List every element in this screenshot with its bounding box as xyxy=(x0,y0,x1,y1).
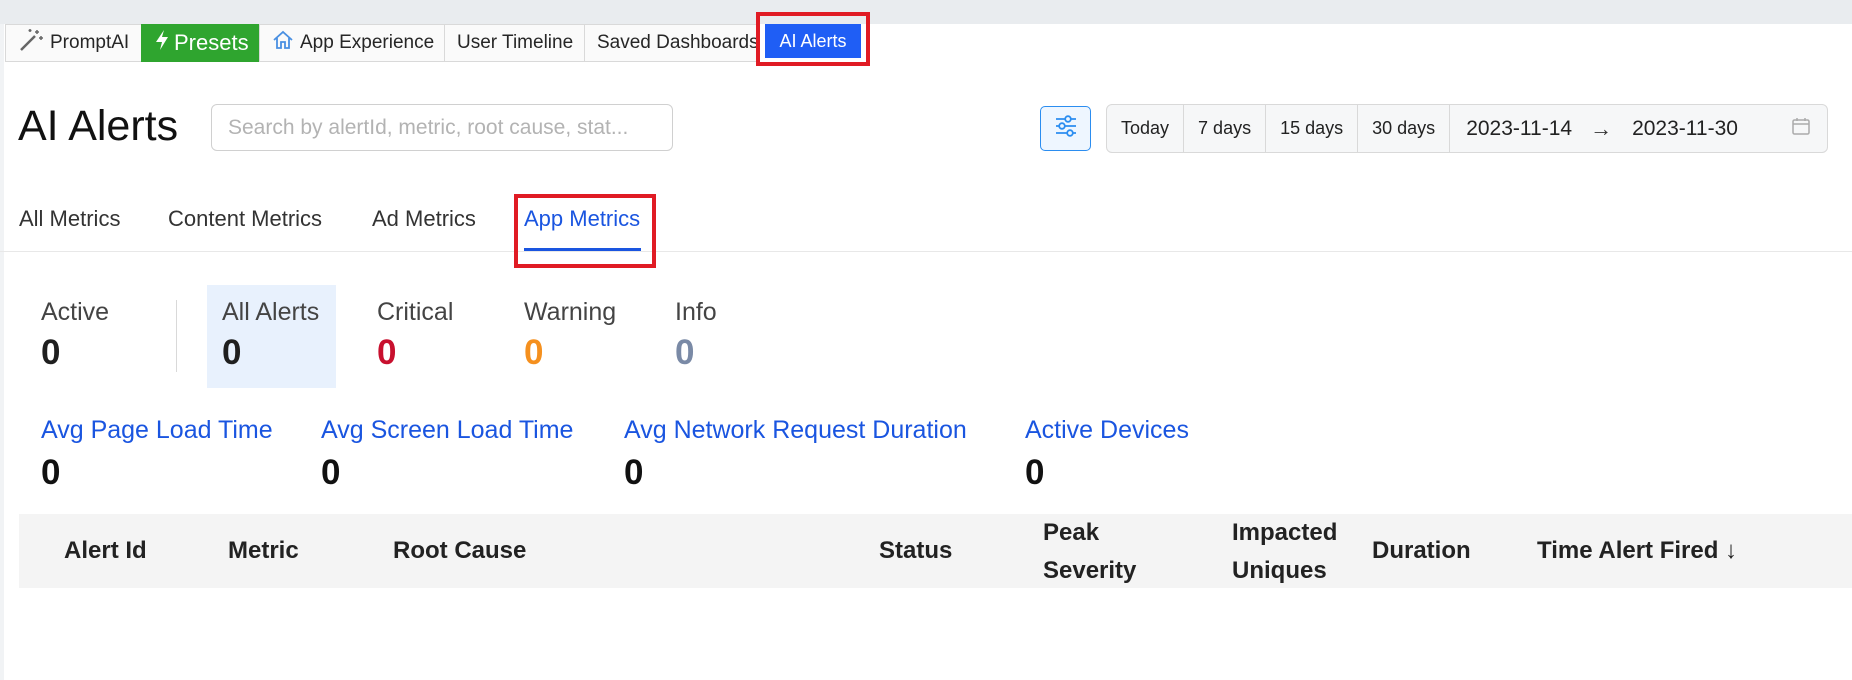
tab-label: User Timeline xyxy=(457,32,574,53)
kpi-active-devices: Active Devices 0 xyxy=(1025,416,1189,493)
counter-info[interactable]: Info 0 xyxy=(675,298,717,373)
kpi-label[interactable]: Avg Network Request Duration xyxy=(624,416,967,445)
kpi-avg-screen-load-time: Avg Screen Load Time 0 xyxy=(321,416,573,493)
column-header-text: Root Cause xyxy=(393,537,527,564)
column-header-status[interactable]: Status xyxy=(879,532,952,570)
range-preset-today[interactable]: Today xyxy=(1107,105,1185,152)
tab-ad-metrics[interactable]: Ad Metrics xyxy=(372,206,476,232)
start-date[interactable]: 2023-11-14 xyxy=(1450,117,1586,141)
ai-alerts-button[interactable]: AI Alerts xyxy=(765,24,861,58)
counter-label: Critical xyxy=(377,298,454,326)
lightning-icon xyxy=(154,29,170,57)
kpi-value: 0 xyxy=(624,453,644,492)
tab-saved-dashboards[interactable]: Saved Dashboards xyxy=(584,24,759,62)
counter-critical[interactable]: Critical 0 xyxy=(377,298,453,373)
counter-value: 0 xyxy=(222,333,242,372)
tab-all-metrics[interactable]: All Metrics xyxy=(19,206,120,232)
tab-label: Presets xyxy=(174,30,249,55)
tab-user-timeline[interactable]: User Timeline xyxy=(444,24,584,62)
kpi-avg-network-request-duration: Avg Network Request Duration 0 xyxy=(624,416,967,493)
column-header-text: Alert Id xyxy=(64,537,147,564)
kpi-avg-page-load-time: Avg Page Load Time 0 xyxy=(41,416,273,493)
counter-label: Info xyxy=(675,298,717,326)
date-range-picker: Today 7 days 15 days 30 days 2023-11-14 … xyxy=(1106,104,1828,153)
calendar-icon[interactable] xyxy=(1791,116,1811,141)
kpi-label[interactable]: Active Devices xyxy=(1025,416,1189,445)
column-header-duration[interactable]: Duration xyxy=(1372,532,1471,570)
range-preset-30-days[interactable]: 30 days xyxy=(1358,105,1451,152)
column-header-alert-id[interactable]: Alert Id xyxy=(64,532,147,570)
counter-all-alerts[interactable]: All Alerts 0 xyxy=(222,298,319,373)
kpi-label[interactable]: Avg Screen Load Time xyxy=(321,416,573,445)
tab-label: App Experience xyxy=(300,32,435,53)
tab-app-experience[interactable]: App Experience xyxy=(259,24,444,62)
counter-value: 0 xyxy=(377,333,397,372)
metric-tabs: All Metrics Content Metrics Ad Metrics A… xyxy=(0,196,1852,252)
tab-content-metrics[interactable]: Content Metrics xyxy=(168,206,322,232)
counter-value: 0 xyxy=(675,333,695,372)
counter-warning[interactable]: Warning 0 xyxy=(524,298,616,373)
alerts-table-header: Alert Id Metric Root Cause Status Peak S… xyxy=(19,514,1852,588)
top-tab-bar: PromptAI Presets App Experience User Tim… xyxy=(5,12,870,66)
range-preset-7-days[interactable]: 7 days xyxy=(1184,105,1267,152)
end-date[interactable]: 2023-11-30 xyxy=(1616,117,1752,141)
home-icon xyxy=(272,30,294,56)
kpi-value: 0 xyxy=(41,453,61,492)
counter-value: 0 xyxy=(41,333,61,372)
column-header-text: Impacted xyxy=(1232,519,1338,546)
top-strip xyxy=(0,0,1852,24)
column-header-text: Severity xyxy=(1043,557,1137,584)
column-header-text: Status xyxy=(879,537,953,564)
column-header-text: Time Alert Fired ↓ xyxy=(1537,537,1738,564)
column-header-root-cause[interactable]: Root Cause xyxy=(393,532,526,570)
counter-label: Warning xyxy=(524,298,617,326)
counter-label: All Alerts xyxy=(222,298,320,326)
column-header-time-alert-fired[interactable]: Time Alert Fired ↓ xyxy=(1537,532,1737,570)
counter-active[interactable]: Active 0 xyxy=(41,298,109,373)
kpi-value: 0 xyxy=(1025,453,1045,492)
tab-label: PromptAI xyxy=(50,32,130,53)
column-header-text: Metric xyxy=(228,537,299,564)
left-rule xyxy=(0,24,4,680)
tab-promptai[interactable]: PromptAI xyxy=(5,24,141,62)
filter-settings-button[interactable] xyxy=(1040,106,1091,151)
divider xyxy=(176,300,177,372)
column-header-impacted-uniques[interactable]: Impacted Uniques xyxy=(1232,514,1337,590)
kpi-value: 0 xyxy=(321,453,341,492)
page-title: AI Alerts xyxy=(18,102,179,150)
counter-value: 0 xyxy=(524,333,544,372)
highlight-box xyxy=(514,194,656,268)
column-header-text: Duration xyxy=(1372,537,1471,564)
column-header-text: Uniques xyxy=(1232,557,1327,584)
search-input[interactable] xyxy=(211,104,673,151)
magic-wand-icon xyxy=(18,27,44,59)
tab-label: Saved Dashboards xyxy=(597,32,759,53)
column-header-peak-severity[interactable]: Peak Severity xyxy=(1043,514,1136,590)
kpi-label[interactable]: Avg Page Load Time xyxy=(41,416,273,445)
tab-label: AI Alerts xyxy=(779,30,847,51)
arrow-right-icon: → xyxy=(1590,115,1613,141)
tab-presets[interactable]: Presets xyxy=(141,24,259,62)
range-preset-15-days[interactable]: 15 days xyxy=(1266,105,1359,152)
column-header-metric[interactable]: Metric xyxy=(228,532,299,570)
column-header-text: Peak xyxy=(1043,519,1100,546)
sliders-icon xyxy=(1053,113,1079,144)
counter-label: Active xyxy=(41,298,110,326)
tab-ai-alerts[interactable]: AI Alerts xyxy=(756,12,870,66)
